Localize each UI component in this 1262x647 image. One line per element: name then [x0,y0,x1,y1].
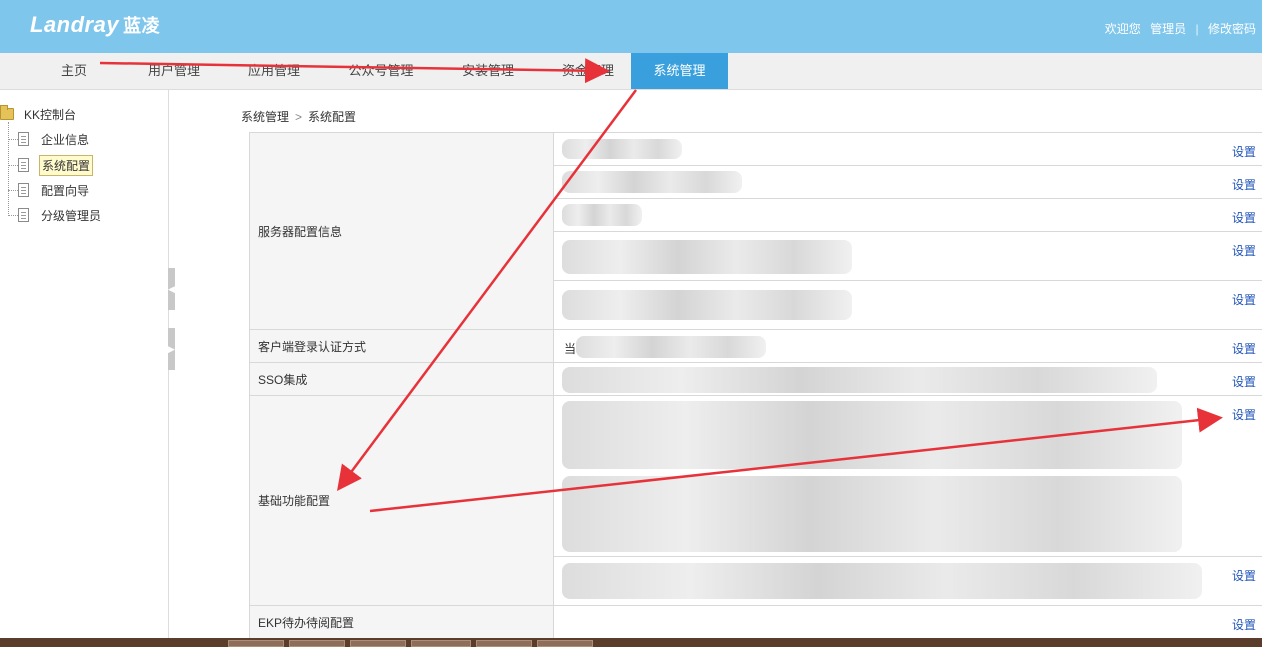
taskbar-button[interactable] [228,640,284,647]
taskbar [0,638,1262,647]
breadcrumb-separator: > [295,110,303,124]
taskbar-button[interactable] [537,640,593,647]
document-icon [18,208,29,222]
nav-user-management[interactable]: 用户管理 [136,53,212,89]
set-link[interactable]: 设置 [1232,291,1256,308]
sidebar: KK控制台 企业信息 系统配置 配置向导 分级管理员 [0,90,168,647]
server-config-item: 设置 [554,166,1262,199]
sidebar-item-config-wizard[interactable]: 配置向导 [8,180,91,200]
sidebar-item-label: 分级管理员 [41,208,102,223]
nav-home[interactable]: 主页 [44,53,104,89]
taskbar-button[interactable] [476,640,532,647]
tree-root[interactable]: KK控制台 [0,105,78,122]
nav-fund-management[interactable]: 资金管理 [550,53,626,89]
breadcrumb-parent[interactable]: 系统管理 [241,110,289,124]
sidebar-item-company-info[interactable]: 企业信息 [8,129,91,149]
set-link[interactable]: 设置 [1232,143,1256,160]
set-link[interactable]: 设置 [1232,406,1256,423]
set-link[interactable]: 设置 [1232,567,1256,584]
top-header: Landray 蓝凌 欢迎您 管理员 | 修改密码 [0,0,1262,53]
basic-function-item: 设置 [554,396,1262,557]
config-table: 服务器配置信息 设置 设置 设置 设置 设置 客户端登录认证方式 当 设置 SS… [249,132,1262,639]
auth-value-prefix: 当 [564,342,577,356]
row-label-ekp-todo: EKP待办待阅配置 [250,606,554,639]
document-icon [18,132,29,146]
sidebar-item-sub-admin[interactable]: 分级管理员 [8,205,103,225]
expand-right-icon[interactable]: ▶ [168,328,175,370]
sidebar-item-label: 配置向导 [41,183,90,198]
server-config-item: 设置 [554,232,1262,281]
nav-install-management[interactable]: 安装管理 [450,53,526,89]
row-label-basic-function: 基础功能配置 [250,396,554,606]
collapse-left-icon[interactable]: ◀ [168,268,175,310]
set-link[interactable]: 设置 [1232,242,1256,259]
user-area: 欢迎您 管理员 | 修改密码 [1105,20,1262,37]
basic-function-item: 设置 [554,557,1262,606]
nav-official-account-management[interactable]: 公众号管理 [336,53,426,89]
folder-icon [0,105,14,120]
server-config-item: 设置 [554,199,1262,232]
set-link[interactable]: 设置 [1232,373,1256,390]
server-config-item: 设置 [554,133,1262,166]
client-login-auth-value: 当 设置 [554,330,1262,363]
set-link[interactable]: 设置 [1232,176,1256,193]
document-icon [18,158,29,172]
breadcrumb-current: 系统配置 [308,110,357,124]
sidebar-item-label: 系统配置 [39,154,94,176]
document-icon [18,183,29,197]
logo-cn: 蓝凌 [123,16,161,36]
taskbar-button[interactable] [411,640,471,647]
welcome-text: 欢迎您 [1104,22,1141,36]
taskbar-button[interactable] [350,640,406,647]
landray-logo: Landray 蓝凌 [30,12,160,38]
tree-root-label: KK控制台 [24,107,77,122]
server-config-item: 设置 [554,281,1262,330]
row-label-client-login-auth: 客户端登录认证方式 [250,330,554,363]
set-link[interactable]: 设置 [1232,616,1256,633]
row-label-server-config: 服务器配置信息 [250,133,554,330]
row-label-sso: SSO集成 [250,363,554,396]
set-link[interactable]: 设置 [1232,209,1256,226]
breadcrumb: 系统管理 > 系统配置 [241,108,356,125]
header-separator: | [1195,22,1199,36]
main-nav: 主页 用户管理 应用管理 公众号管理 安装管理 资金管理 系统管理 [0,53,1262,90]
change-password-link[interactable]: 修改密码 [1208,22,1256,36]
nav-system-management[interactable]: 系统管理 [631,53,728,89]
sidebar-item-system-config[interactable]: 系统配置 [8,154,94,176]
taskbar-button[interactable] [289,640,345,647]
nav-app-management[interactable]: 应用管理 [236,53,312,89]
logo-text: Landray [30,12,120,37]
user-name[interactable]: 管理员 [1150,22,1186,36]
set-link[interactable]: 设置 [1232,340,1256,357]
sidebar-item-label: 企业信息 [41,132,90,147]
sso-value: 设置 [554,363,1262,396]
ekp-todo-value: 设置 [554,606,1262,639]
